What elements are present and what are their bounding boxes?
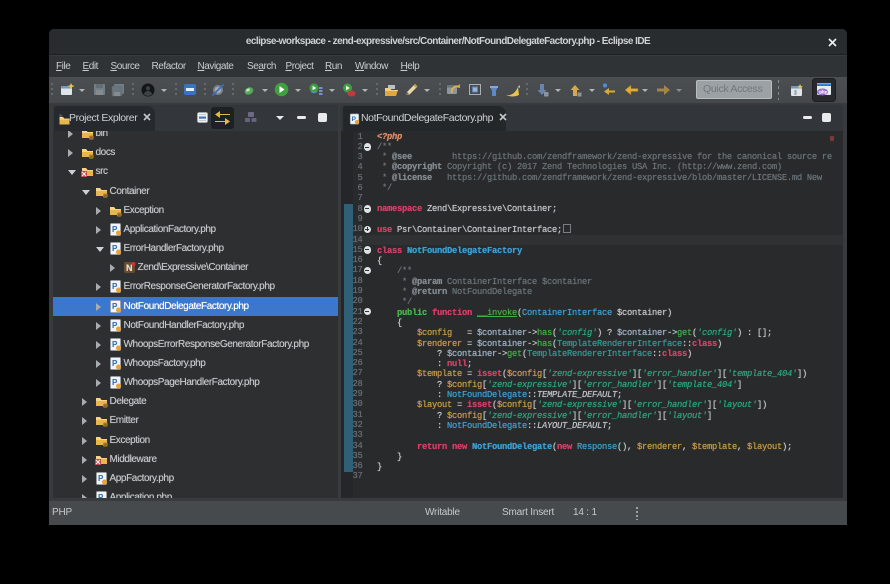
svg-text:php: php [819, 90, 827, 95]
svg-text:N: N [126, 263, 132, 273]
